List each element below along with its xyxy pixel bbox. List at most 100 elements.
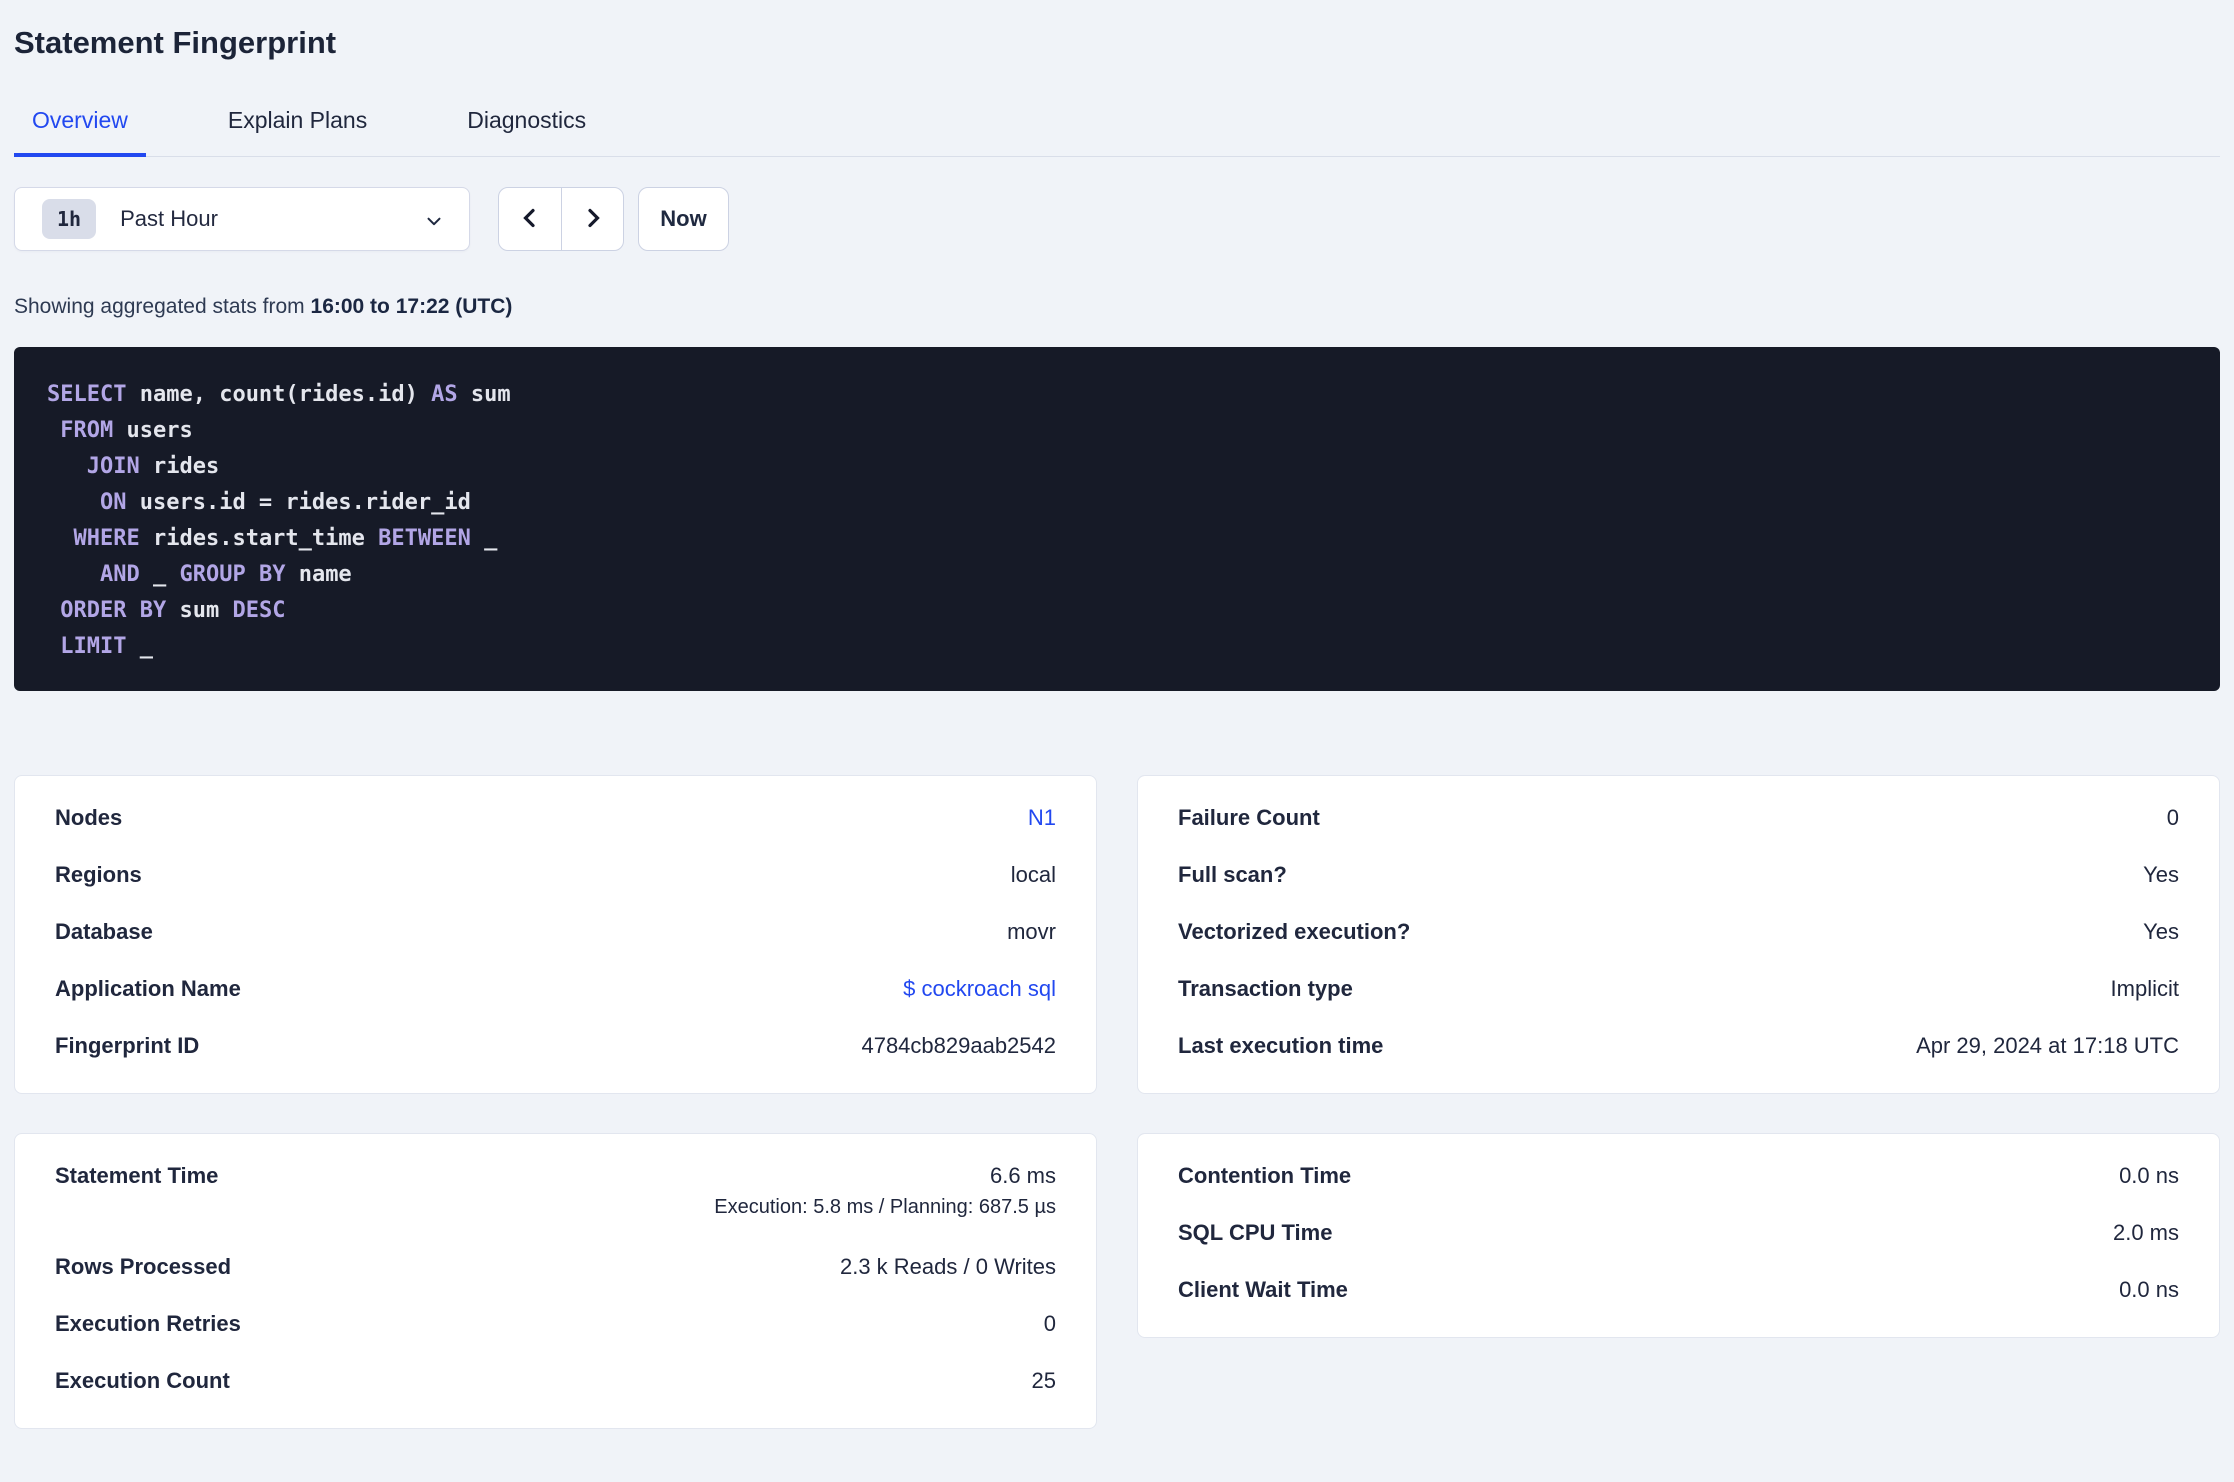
row-value: 0.0 ns [2119, 1163, 2179, 1188]
card-row: Vectorized execution? Yes [1178, 904, 2179, 961]
prev-interval-button[interactable] [499, 188, 561, 250]
row-label: Application Name [55, 976, 241, 1001]
row-value-cell: $ cockroach sql [903, 976, 1056, 1002]
row-value: 0 [1043, 1311, 1056, 1336]
row-value: Yes [2143, 919, 2179, 944]
row-value: Apr 29, 2024 at 17:18 UTC [1916, 1033, 2179, 1058]
row-value: 6.6 ms [989, 1163, 1056, 1188]
time-range-badge: 1h [42, 199, 97, 239]
card-row: Nodes N1 [55, 790, 1056, 847]
row-value: 25 [1031, 1368, 1056, 1393]
row-value-cell: 0 [1044, 1311, 1056, 1337]
card-row: Fingerprint ID 4784cb829aab2542 [55, 1018, 1056, 1075]
card-row: Execution Count 25 [55, 1353, 1056, 1410]
row-label: Failure Count [1178, 805, 1320, 830]
time-range-dropdown[interactable]: 1h Past Hour [14, 187, 470, 251]
row-label: Client Wait Time [1178, 1277, 1348, 1302]
time-toolbar: 1h Past Hour Now [14, 187, 2220, 251]
row-label: Vectorized execution? [1178, 919, 1411, 944]
row-value-cell: movr [1007, 919, 1056, 945]
row-label: SQL CPU Time [1178, 1220, 1333, 1245]
card-row: Regions local [55, 847, 1056, 904]
tab-explain-plans[interactable]: Explain Plans [210, 106, 385, 157]
sql-keyword: DESC [232, 598, 286, 623]
row-value: Yes [2143, 862, 2179, 887]
sql-keyword: LIMIT [60, 634, 127, 659]
row-value-link[interactable]: $ cockroach sql [903, 976, 1056, 1001]
wait-times-card: Contention Time 0.0 ns SQL CPU Time 2.0 ms C… [1137, 1133, 2220, 1338]
row-value-cell: 6.6 ms Execution: 5.8 ms / Planning: 687.… [714, 1163, 1056, 1223]
row-label: Rows Processed [55, 1254, 232, 1279]
page-title: Statement Fingerprint [14, 25, 337, 60]
row-label: Last execution time [1178, 1033, 1384, 1058]
sql-keyword: GROUP BY [179, 562, 286, 587]
row-value: movr [1007, 919, 1056, 944]
card-row: Failure Count 0 [1178, 790, 2179, 847]
row-value-cell: 0.0 ns [2119, 1277, 2179, 1303]
row-label: Transaction type [1178, 976, 1353, 1001]
card-row: Last execution time Apr 29, 2024 at 17:18… [1178, 1018, 2179, 1075]
sql-keyword: SELECT [47, 382, 127, 407]
card-row: Rows Processed 2.3 k Reads / 0 Writes [55, 1239, 1056, 1296]
row-value: Implicit [2110, 976, 2179, 1001]
card-row: Transaction type Implicit [1178, 961, 2179, 1018]
row-label: Contention Time [1178, 1163, 1352, 1188]
statement-timing-card: Statement Time 6.6 ms Execution: 5.8 ms / … [14, 1133, 1097, 1429]
sql-keyword: FROM [60, 418, 114, 443]
card-row: Database movr [55, 904, 1056, 961]
tab-overview[interactable]: Overview [14, 106, 146, 157]
card-row: Client Wait Time 0.0 ns [1178, 1262, 2179, 1319]
row-value-cell: 0.0 ns [2119, 1163, 2179, 1189]
row-value-cell: local [1011, 862, 1056, 888]
row-value-cell: N1 [1028, 805, 1056, 831]
sql-keyword: BETWEEN [378, 526, 471, 551]
row-label: Full scan? [1178, 862, 1287, 887]
card-row: Application Name $ cockroach sql [55, 961, 1056, 1018]
summary-cards: Nodes N1 Regions local Database movr Applicati… [14, 775, 2220, 1429]
chevron-down-icon [423, 210, 445, 235]
next-interval-button[interactable] [561, 188, 623, 250]
row-value: 0.0 ns [2119, 1277, 2179, 1302]
row-value: 0 [2166, 805, 2179, 830]
sql-keyword: ON [99, 490, 127, 515]
time-pager [498, 187, 624, 251]
row-label: Statement Time [55, 1163, 219, 1188]
row-value-cell: 4784cb829aab2542 [861, 1033, 1056, 1059]
aggregated-stats-range: 16:00 to 17:22 (UTC) [310, 295, 513, 318]
card-row: Full scan? Yes [1178, 847, 2179, 904]
row-value-link[interactable]: N1 [1028, 805, 1056, 830]
now-button[interactable]: Now [638, 187, 729, 251]
row-value-cell: 25 [1032, 1368, 1056, 1394]
sql-keyword: ORDER BY [60, 598, 167, 623]
tab-bar: Overview Explain Plans Diagnostics [14, 106, 2220, 157]
row-value: 2.3 k Reads / 0 Writes [839, 1254, 1056, 1279]
sql-statement: SELECT name, count(rides.id) AS sum FROM… [14, 347, 2220, 691]
row-value: local [1010, 862, 1056, 887]
row-value-cell: 2.0 ms [2113, 1220, 2179, 1246]
sql-keyword: AS [431, 382, 458, 407]
sql-keyword: JOIN [86, 454, 140, 479]
chevron-left-icon [518, 206, 542, 233]
sql-keyword: WHERE [73, 526, 140, 551]
row-value-cell: Yes [2143, 919, 2179, 945]
time-range-label: Past Hour [120, 206, 218, 231]
card-row: Execution Retries 0 [55, 1296, 1056, 1353]
row-label: Execution Count [55, 1368, 230, 1393]
tab-diagnostics[interactable]: Diagnostics [449, 106, 604, 157]
card-row: Statement Time 6.6 ms Execution: 5.8 ms / … [55, 1148, 1056, 1239]
row-subvalue: Execution: 5.8 ms / Planning: 687.5 µs [714, 1196, 1056, 1218]
row-value-cell: 0 [2167, 805, 2179, 831]
statement-details-card: Nodes N1 Regions local Database movr Applicati… [14, 775, 1097, 1094]
row-value-cell: Yes [2143, 862, 2179, 888]
row-label: Database [55, 919, 153, 944]
execution-attributes-card: Failure Count 0 Full scan? Yes Vectorized ex… [1137, 775, 2220, 1094]
row-label: Fingerprint ID [55, 1033, 200, 1058]
card-row: Contention Time 0.0 ns [1178, 1148, 2179, 1205]
row-value: 4784cb829aab2542 [861, 1033, 1056, 1058]
card-row: SQL CPU Time 2.0 ms [1178, 1205, 2179, 1262]
aggregated-stats-line: Showing aggregated stats from 16:00 to 1… [14, 293, 2220, 321]
statement-fingerprint-page: Statement Fingerprint Overview Explain P… [0, 24, 2234, 1429]
row-label: Execution Retries [55, 1311, 241, 1336]
row-label: Nodes [55, 805, 123, 830]
aggregated-stats-prefix: Showing aggregated stats from [14, 295, 311, 318]
